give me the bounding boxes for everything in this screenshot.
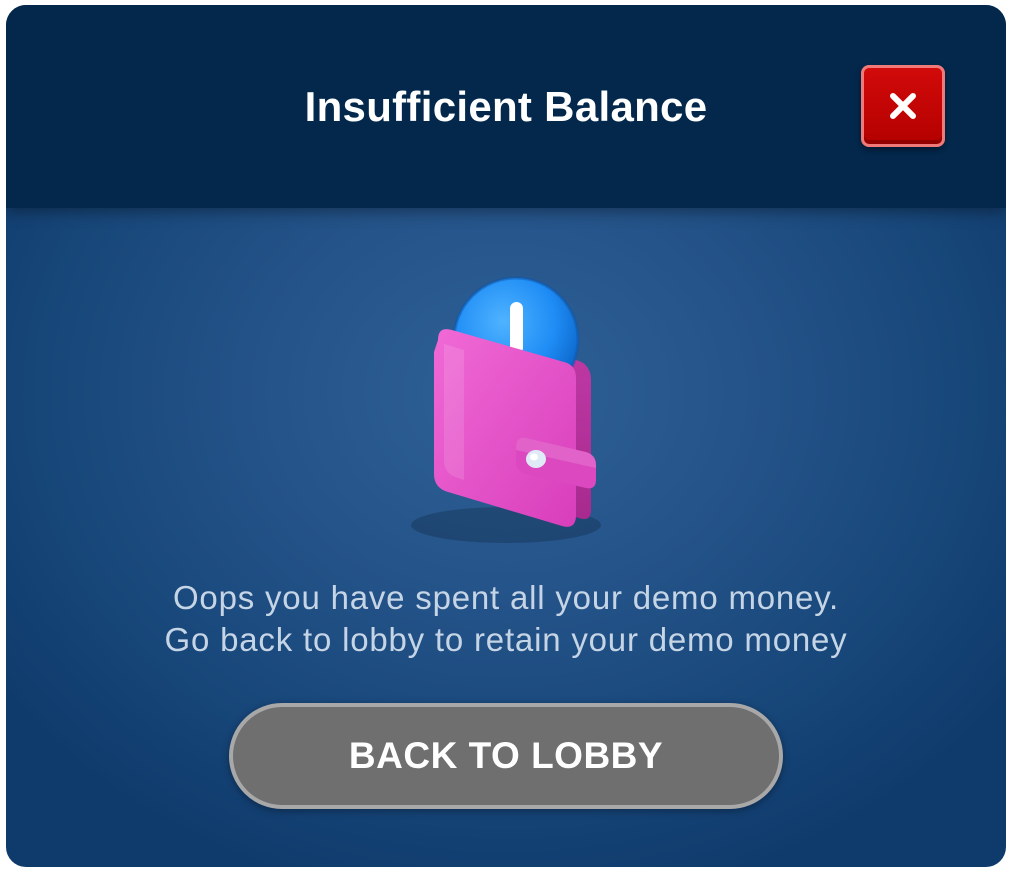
close-icon	[890, 93, 916, 119]
dialog-message: Oops you have spent all your demo money.…	[6, 577, 1006, 661]
wallet-alert-icon	[411, 276, 601, 543]
message-line-1: Oops you have spent all your demo money.	[172, 579, 840, 616]
close-button[interactable]	[861, 65, 945, 147]
insufficient-balance-dialog: Insufficient Balance Oops you have spent…	[6, 5, 1006, 867]
wallet-alert-illustration	[386, 260, 626, 550]
message-line-2: Go back to lobby to retain your demo mon…	[164, 621, 848, 658]
dialog-title: Insufficient Balance	[304, 83, 708, 130]
back-to-lobby-button[interactable]: BACK TO LOBBY	[229, 703, 783, 809]
dialog-header: Insufficient Balance	[6, 5, 1006, 208]
